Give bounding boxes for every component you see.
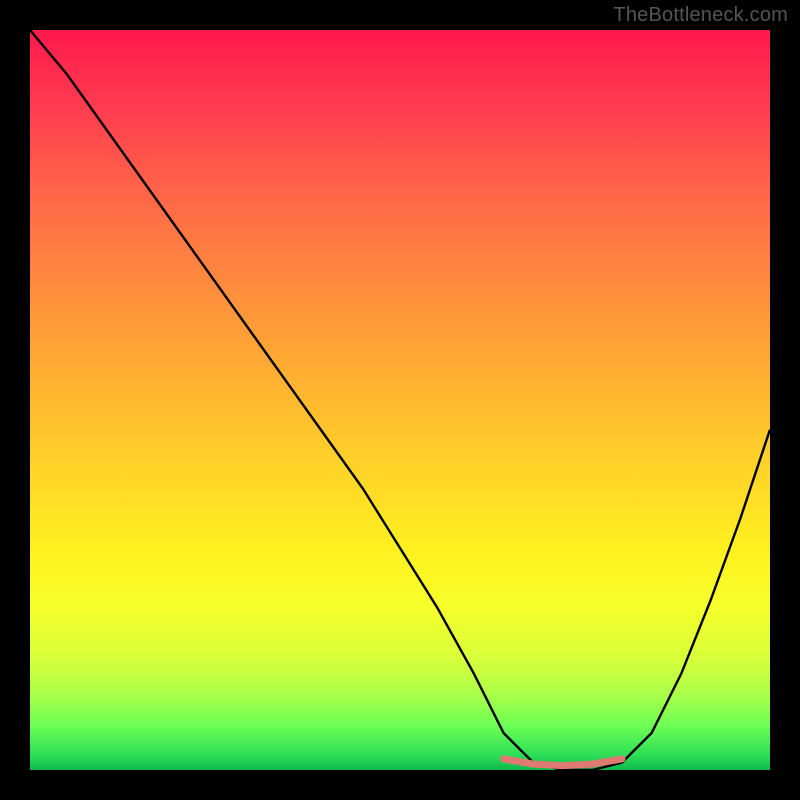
valley-marker-line: [504, 759, 622, 766]
bottleneck-curve: [30, 30, 770, 770]
watermark-text: TheBottleneck.com: [613, 4, 788, 27]
chart-frame: TheBottleneck.com: [0, 0, 800, 800]
chart-overlay: [30, 30, 770, 770]
